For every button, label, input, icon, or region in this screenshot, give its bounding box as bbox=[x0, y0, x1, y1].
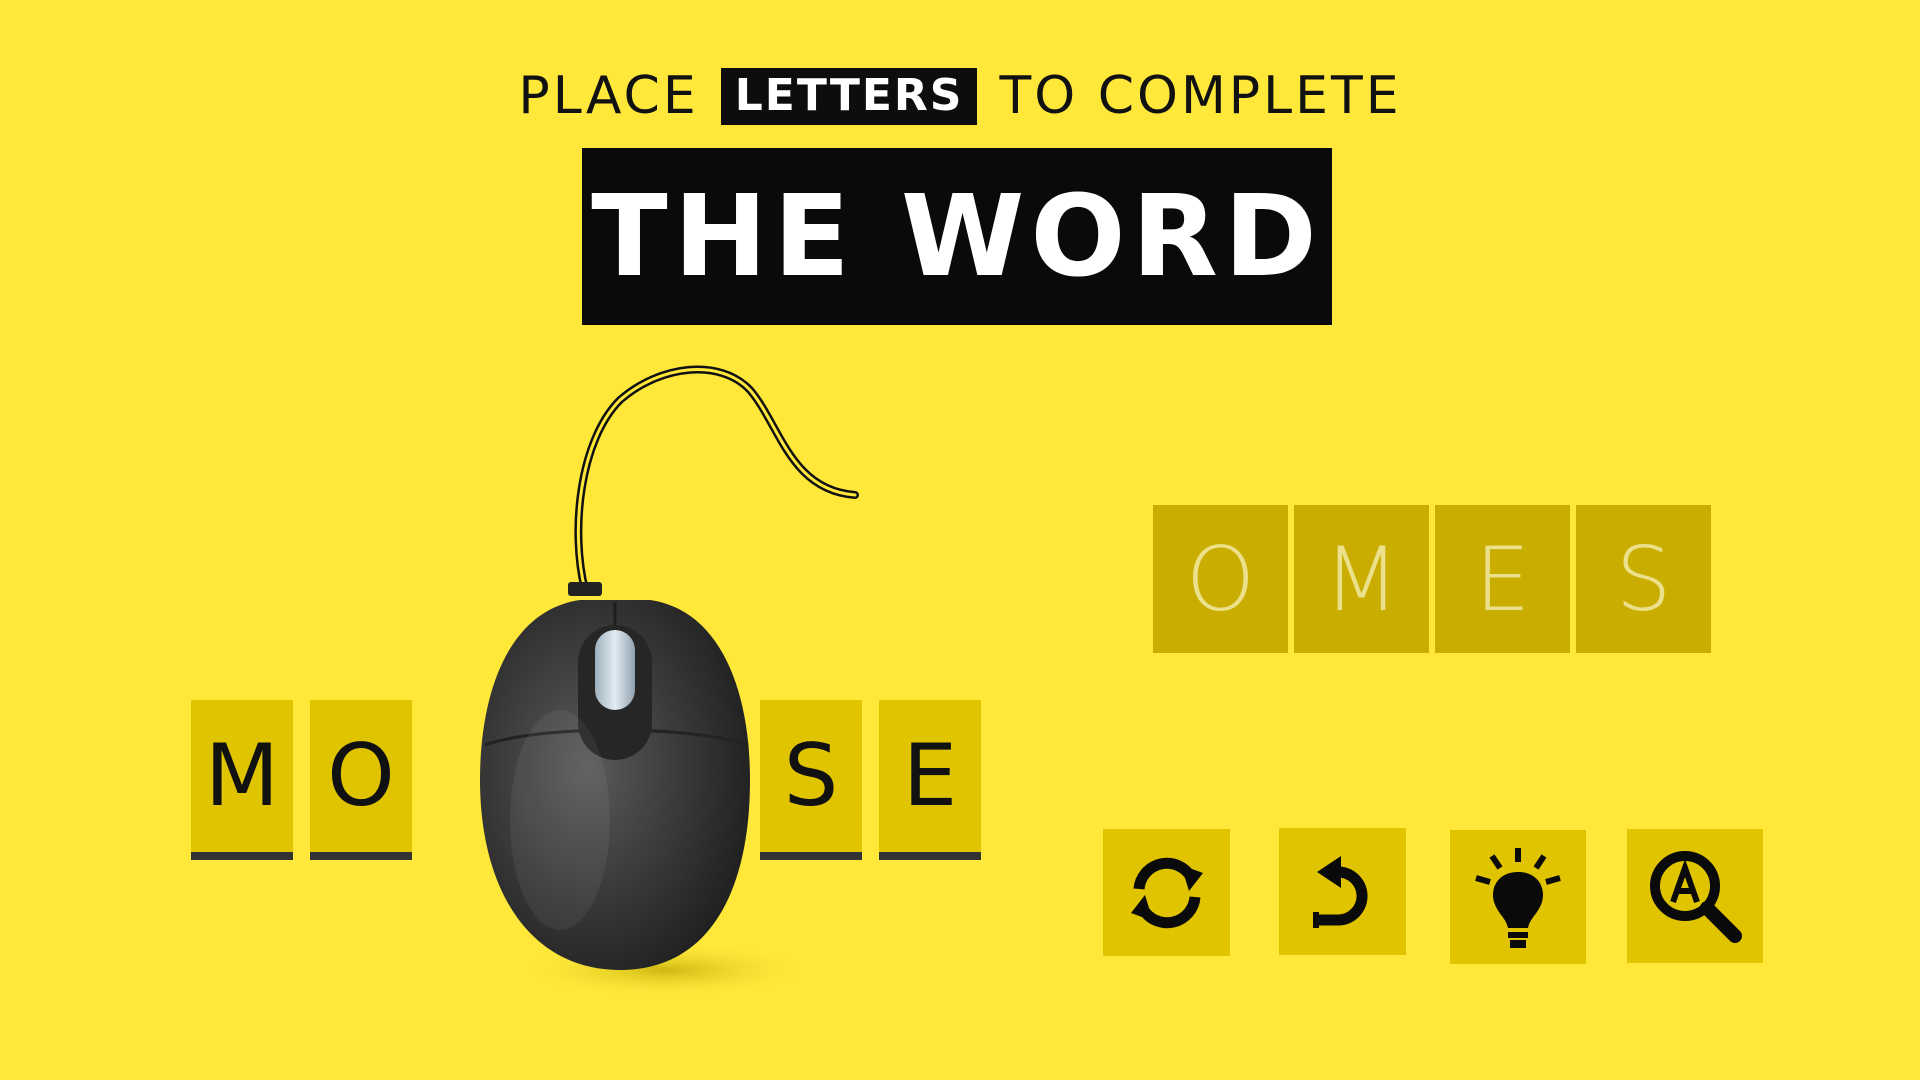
tile-letter: O bbox=[1185, 527, 1256, 631]
slot-letter: O bbox=[327, 726, 395, 826]
letter-tile-1[interactable]: O bbox=[1153, 505, 1288, 653]
page-title: THE WORD bbox=[582, 148, 1332, 325]
undo-icon bbox=[1312, 855, 1367, 928]
hint-button[interactable] bbox=[1450, 830, 1586, 964]
instruction-rest: TO COMPLETE bbox=[999, 66, 1402, 126]
slot-letter: M bbox=[204, 726, 280, 826]
undo-button[interactable] bbox=[1279, 828, 1406, 955]
mouse-illustration bbox=[450, 360, 910, 1000]
instruction-place: PLACE bbox=[518, 66, 699, 126]
answer-slot-1[interactable]: M bbox=[191, 700, 293, 860]
letter-tile-3[interactable]: E bbox=[1435, 505, 1570, 653]
answer-slot-2[interactable]: O bbox=[310, 700, 412, 860]
letter-tile-4[interactable]: S bbox=[1576, 505, 1711, 653]
reveal-letter-button[interactable] bbox=[1627, 829, 1763, 963]
reveal-letter-icon bbox=[1650, 851, 1742, 943]
instruction-highlight: LETTERS bbox=[720, 67, 978, 125]
title-text: THE WORD bbox=[591, 171, 1323, 302]
shuffle-icon bbox=[1130, 857, 1203, 928]
tile-letter: M bbox=[1323, 527, 1400, 631]
tile-letter: S bbox=[1615, 527, 1672, 631]
instruction-line: PLACE LETTERS TO COMPLETE bbox=[0, 62, 1920, 130]
tile-letter: E bbox=[1474, 527, 1531, 631]
hint-lightbulb-icon bbox=[1475, 848, 1561, 948]
slot-letter: E bbox=[902, 726, 958, 826]
shuffle-button[interactable] bbox=[1103, 829, 1230, 956]
letter-tile-2[interactable]: M bbox=[1294, 505, 1429, 653]
